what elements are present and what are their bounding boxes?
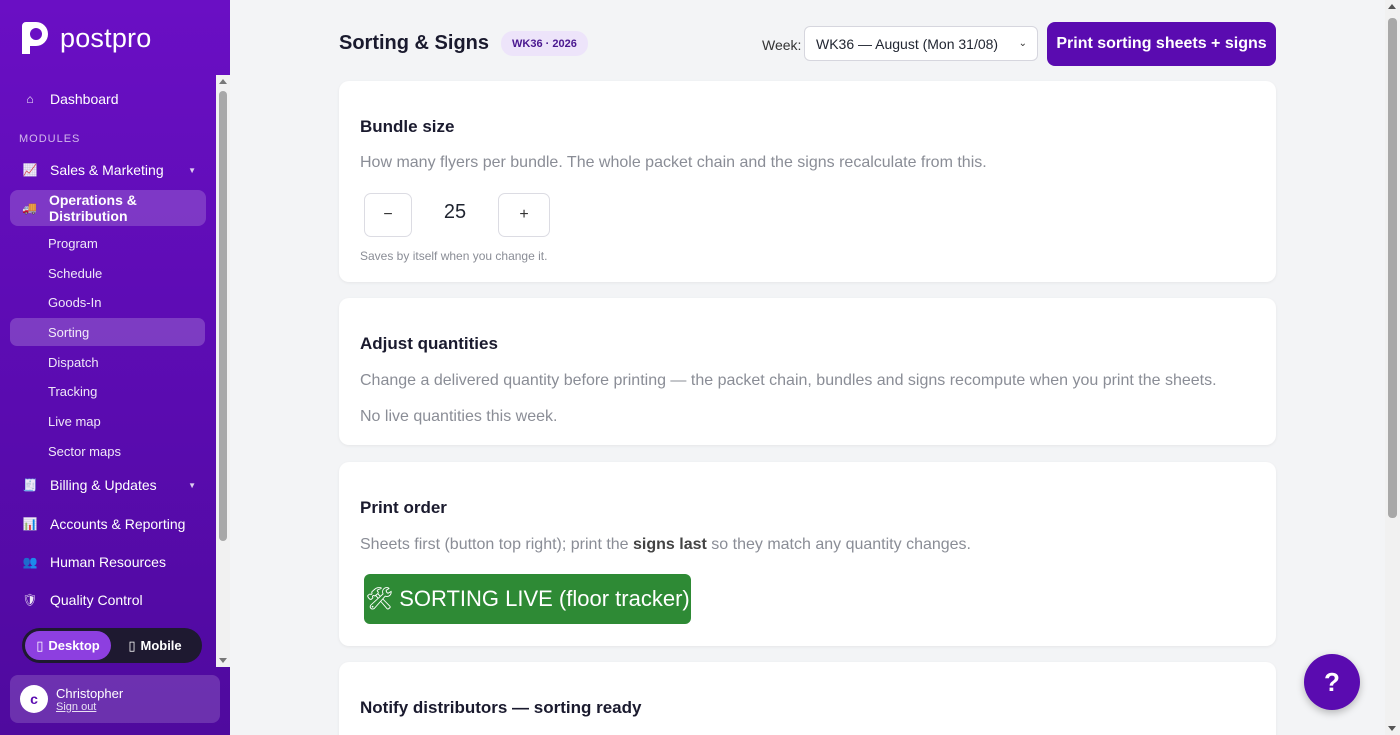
- empty-state-text: No live quantities this week.: [360, 408, 558, 425]
- card-title: Bundle size: [360, 117, 455, 136]
- sidebar-subitem-schedule[interactable]: Schedule: [10, 259, 205, 287]
- ledger-icon: 📊: [22, 517, 38, 531]
- sidebar-subitem-dispatch[interactable]: Dispatch: [10, 348, 205, 376]
- scroll-down-icon[interactable]: [1388, 726, 1396, 731]
- sidebar-item-sales-marketing[interactable]: 📈 Sales & Marketing ▼: [10, 152, 206, 188]
- sidebar-subitem-program[interactable]: Program: [10, 229, 205, 257]
- home-icon: ⌂: [26, 92, 34, 106]
- card-description: Change a delivered quantity before print…: [360, 372, 1217, 389]
- sidebar-item-label: Accounts & Reporting: [50, 516, 186, 532]
- sidebar-item-dashboard[interactable]: ⌂ Dashboard: [10, 81, 206, 117]
- desktop-icon: ▯: [36, 637, 44, 653]
- card-title: Adjust quantities: [360, 334, 498, 353]
- sidebar-item-label: Billing & Updates: [50, 477, 157, 493]
- mobile-mode-label: Mobile: [140, 638, 182, 653]
- card-description: How many flyers per bundle. The whole pa…: [360, 154, 987, 171]
- sidebar-subitem-sector-maps[interactable]: Sector maps: [10, 437, 205, 465]
- autosave-note: Saves by itself when you change it.: [360, 249, 548, 263]
- bundle-size-card: Bundle size How many flyers per bundle. …: [339, 81, 1276, 282]
- mobile-mode-button[interactable]: ▯ Mobile: [111, 631, 199, 660]
- scrollbar-thumb[interactable]: [1388, 18, 1397, 518]
- sidebar-scrollbar[interactable]: [216, 75, 230, 667]
- desc-text: so they match any quantity changes.: [706, 536, 971, 553]
- modules-label: MODULES: [19, 133, 81, 145]
- print-sheets-button[interactable]: Print sorting sheets + signs: [1047, 22, 1276, 66]
- sidebar-item-label: Dashboard: [50, 91, 119, 107]
- people-icon: 👥: [22, 555, 38, 569]
- sidebar: postpro ⌂ Dashboard MODULES 📈 Sales & Ma…: [0, 0, 230, 735]
- chevron-down-icon: ▼: [188, 165, 196, 175]
- sidebar-subitem-live-map[interactable]: Live map: [10, 407, 205, 435]
- card-title: Notify distributors — sorting ready: [360, 698, 642, 717]
- increase-button[interactable]: +: [498, 193, 550, 237]
- sidebar-item-quality-control[interactable]: 🛡 Quality Control: [10, 582, 206, 618]
- sidebar-subitem-tracking[interactable]: Tracking: [10, 377, 205, 405]
- scroll-up-icon[interactable]: [219, 79, 227, 84]
- shield-icon: 🛡: [22, 593, 38, 607]
- avatar: c: [20, 685, 48, 713]
- card-title: Print order: [360, 498, 447, 517]
- week-select[interactable]: WK36 — August (Mon 31/08) ⌄: [804, 26, 1038, 61]
- sidebar-item-billing-updates[interactable]: 🧾 Billing & Updates ▼: [10, 467, 206, 503]
- scroll-up-icon[interactable]: [1388, 4, 1396, 9]
- sorting-live-button[interactable]: 🛠 SORTING LIVE (floor tracker): [364, 574, 691, 624]
- sign-out-link[interactable]: Sign out: [56, 701, 123, 713]
- main-content: Sorting & Signs WK36 · 2026 Week: WK36 —…: [230, 0, 1385, 735]
- sidebar-item-human-resources[interactable]: 👥 Human Resources: [10, 544, 206, 580]
- adjust-quantities-card: Adjust quantities Change a delivered qua…: [339, 298, 1276, 445]
- week-select-value: WK36 — August (Mon 31/08): [816, 35, 999, 52]
- page-title: Sorting & Signs: [339, 32, 489, 54]
- desc-emphasis: signs last: [633, 536, 707, 553]
- sidebar-nav: ⌂ Dashboard MODULES 📈 Sales & Marketing …: [0, 75, 216, 667]
- user-name: Christopher: [56, 685, 124, 701]
- truck-icon: 🚚: [22, 201, 37, 215]
- user-card: c Christopher Sign out: [10, 675, 220, 723]
- sidebar-item-label: Quality Control: [50, 592, 143, 608]
- view-mode-toggle: ▯ Desktop ▯ Mobile: [22, 628, 202, 663]
- scroll-down-icon[interactable]: [219, 658, 227, 663]
- receipt-icon: 🧾: [22, 478, 38, 492]
- week-badge: WK36 · 2026: [501, 31, 588, 56]
- sidebar-subitem-goods-in[interactable]: Goods-In: [10, 288, 205, 316]
- sorting-live-label: SORTING LIVE (floor tracker): [399, 586, 690, 611]
- sidebar-item-accounts-reporting[interactable]: 📊 Accounts & Reporting: [10, 506, 206, 542]
- desktop-mode-label: Desktop: [48, 638, 100, 653]
- card-description: Sheets first (button top right); print t…: [360, 536, 971, 554]
- sidebar-subitem-sorting[interactable]: Sorting: [10, 318, 205, 346]
- bundle-size-value[interactable]: 25: [435, 201, 475, 224]
- sidebar-item-label: Human Resources: [50, 554, 166, 570]
- week-label: Week:: [762, 37, 802, 53]
- sidebar-item-label: Sales & Marketing: [50, 162, 164, 178]
- print-order-card: Print order Sheets first (button top rig…: [339, 462, 1276, 646]
- mobile-icon: ▯: [128, 637, 136, 653]
- brand-name: postpro: [60, 22, 152, 53]
- desc-text: Sheets first (button top right); print t…: [360, 536, 634, 553]
- sidebar-item-operations-distribution[interactable]: 🚚 Operations & Distribution: [10, 190, 206, 226]
- chevron-down-icon: ⌄: [1018, 38, 1027, 49]
- decrease-button[interactable]: −: [364, 193, 412, 237]
- chart-icon: 📈: [22, 163, 38, 177]
- help-button[interactable]: ?: [1304, 654, 1360, 710]
- notify-distributors-card: Notify distributors — sorting ready: [339, 662, 1276, 735]
- page-scrollbar[interactable]: [1385, 0, 1400, 735]
- desktop-mode-button[interactable]: ▯ Desktop: [25, 631, 111, 660]
- sidebar-item-label: Operations & Distribution: [48, 192, 137, 224]
- postpro-logo-icon: [18, 20, 52, 56]
- scrollbar-thumb[interactable]: [219, 91, 227, 541]
- brand-logo[interactable]: postpro: [18, 20, 151, 56]
- tools-icon: 🛠: [365, 586, 394, 611]
- chevron-down-icon: ▼: [188, 480, 196, 490]
